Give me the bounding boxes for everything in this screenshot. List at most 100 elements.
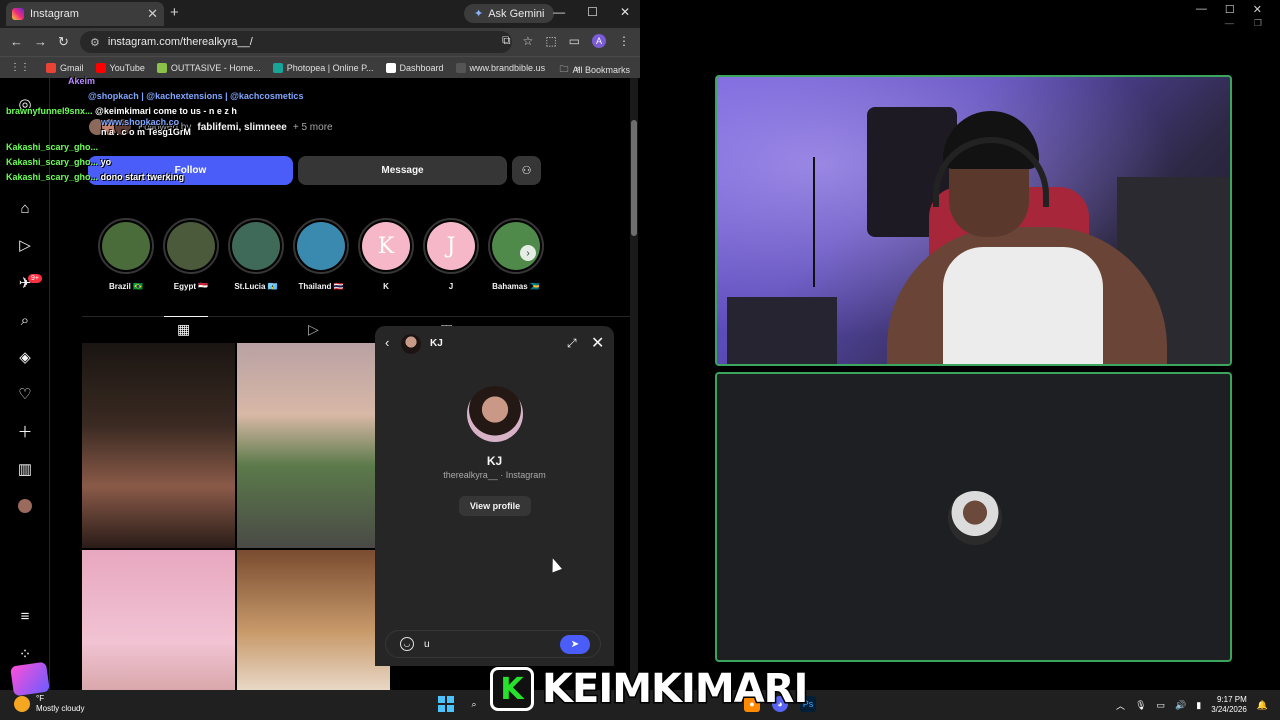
windows-start-icon[interactable] xyxy=(438,696,454,712)
window-controls: — ☐ ✕ xyxy=(553,5,630,19)
page-scrollbar[interactable] xyxy=(630,78,638,690)
weather-condition: Mostly cloudy xyxy=(36,704,85,713)
streamer-name-banner: K KEIMKIMARI xyxy=(490,664,810,714)
tab-title: Instagram xyxy=(30,8,79,20)
dm-profile-subtitle: therealkyra__ · Instagram xyxy=(443,470,546,480)
webcam-video-tile[interactable] xyxy=(715,75,1232,366)
cast-icon[interactable]: ▭ xyxy=(569,34,580,48)
minimize-icon[interactable]: — xyxy=(553,5,565,19)
restore-icon[interactable]: ❐ xyxy=(1254,18,1262,29)
chat-line: Akeim xyxy=(68,76,96,86)
dm-close-icon[interactable]: ✕ xyxy=(591,333,604,353)
install-app-icon[interactable]: ⧉ xyxy=(502,33,511,48)
menu-icon[interactable]: ⋮ xyxy=(618,34,630,48)
ask-gemini-label: Ask Gemini xyxy=(488,7,545,20)
bookmark-dashboard[interactable]: Dashboard xyxy=(385,62,444,73)
all-bookmarks[interactable]: 🗀 All Bookmarks xyxy=(559,62,630,78)
bookmark-outtasive[interactable]: OUTTASIVE - Home... xyxy=(156,62,261,73)
search-icon[interactable]: ⌕ xyxy=(16,312,34,330)
notifications-heart-icon[interactable]: ♡ xyxy=(16,386,34,404)
dm-popup: ‹ KJ ⤢ ✕ KJ therealkyra__ · Instagram Vi… xyxy=(375,326,614,666)
dashboard-chart-icon[interactable]: ▥ xyxy=(16,461,34,479)
explore-icon[interactable]: ◈ xyxy=(16,349,34,367)
new-tab-icon[interactable]: + xyxy=(170,4,179,21)
apps-grid-icon[interactable]: ⋮⋮ xyxy=(10,62,30,73)
close-tab-icon[interactable]: ✕ xyxy=(147,6,158,22)
bookmark-photopea[interactable]: Photopea | Online P... xyxy=(272,62,374,73)
extensions-icon[interactable]: ⬚ xyxy=(545,34,556,48)
display-icon[interactable]: ▭ xyxy=(1157,700,1166,711)
back-icon[interactable]: ← xyxy=(10,34,23,49)
highlight-brazil[interactable]: Brazil 🇧🇷 xyxy=(98,218,154,291)
home-icon[interactable]: ⌂ xyxy=(16,200,34,218)
outtasive-icon xyxy=(156,62,167,73)
suggested-users-button[interactable]: ⚇ xyxy=(512,156,541,185)
tray-overflow-icon[interactable]: ︿ xyxy=(1116,699,1125,712)
site-info-icon[interactable]: ⚙ xyxy=(90,36,100,49)
gemini-sparkle-icon: ✦ xyxy=(474,8,484,20)
voice-participant-tile[interactable] xyxy=(715,372,1232,662)
more-menu-icon[interactable]: ≡ xyxy=(16,608,34,626)
send-icon: ➤ xyxy=(570,639,580,650)
dm-header-name[interactable]: KJ xyxy=(430,338,443,349)
clock[interactable]: 9:17 PM 3/24/2026 xyxy=(1211,695,1247,715)
forward-icon[interactable]: → xyxy=(34,34,47,49)
post-thumbnail[interactable] xyxy=(237,343,390,548)
reels-tab-icon[interactable]: ▷ xyxy=(308,321,319,338)
reload-icon[interactable]: ↻ xyxy=(58,34,69,50)
post-thumbnail[interactable] xyxy=(237,550,390,690)
url-text: instagram.com/therealkyra__/ xyxy=(107,36,253,48)
also-from-meta-icon[interactable]: ⁘ xyxy=(16,646,34,664)
address-bar[interactable]: ⚙ instagram.com/therealkyra__/ xyxy=(80,31,512,53)
call-window-controls: — ☐ ✕ xyxy=(1196,3,1262,16)
stream-sticker-logo xyxy=(10,661,50,697)
bookmark-gmail[interactable]: Gmail xyxy=(46,62,84,73)
battery-icon[interactable]: ▮ xyxy=(1196,700,1201,711)
post-thumbnail[interactable] xyxy=(82,550,235,690)
active-tab-indicator xyxy=(164,316,208,317)
maximize-icon[interactable]: ☐ xyxy=(587,5,598,19)
minimize-icon[interactable]: — xyxy=(1225,18,1234,29)
reels-icon[interactable]: ▷ xyxy=(16,237,34,255)
highlight-j[interactable]: JJ xyxy=(423,218,479,291)
highlights-next-icon[interactable]: › xyxy=(520,245,536,261)
chat-line: @shopkach | @kachextensions | @kachcosme… xyxy=(88,91,304,101)
close-window-icon[interactable]: ✕ xyxy=(620,5,630,19)
dm-back-icon[interactable]: ‹ xyxy=(385,335,389,350)
minimize-icon[interactable]: — xyxy=(1196,3,1207,16)
create-icon[interactable]: ＋ xyxy=(16,424,34,442)
view-profile-button[interactable]: View profile xyxy=(459,496,531,516)
emoji-icon[interactable]: ◡ xyxy=(400,637,414,651)
youtube-icon xyxy=(95,62,106,73)
post-thumbnail[interactable] xyxy=(82,343,235,548)
posts-grid-icon[interactable]: ▦ xyxy=(177,321,190,338)
highlight-stlucia[interactable]: St.Lucia 🇱🇨 xyxy=(228,218,284,291)
dashboard-icon xyxy=(385,62,396,73)
volume-icon[interactable]: 🔊 xyxy=(1175,700,1186,711)
close-window-icon[interactable]: ✕ xyxy=(1253,3,1262,16)
bookmark-star-icon[interactable]: ☆ xyxy=(523,34,534,48)
highlight-thailand[interactable]: Thailand 🇹🇭 xyxy=(293,218,349,291)
ask-gemini-button[interactable]: ✦ Ask Gemini xyxy=(464,4,555,23)
profile-avatar[interactable] xyxy=(18,499,32,513)
notifications-icon[interactable]: 🔔 xyxy=(1257,700,1268,711)
weather-widget[interactable]: °F Mostly cloudy xyxy=(14,694,84,714)
send-button[interactable]: ➤ xyxy=(560,635,590,654)
search-icon[interactable]: ⌕ xyxy=(466,696,482,712)
microphone-icon[interactable]: 🎙 xyxy=(1135,700,1146,711)
maximize-icon[interactable]: ☐ xyxy=(1225,3,1235,16)
dm-header-avatar[interactable] xyxy=(401,334,421,354)
photopea-icon xyxy=(272,62,283,73)
highlight-egypt[interactable]: Egypt 🇪🇬 xyxy=(163,218,219,291)
tab-instagram[interactable]: Instagram ✕ xyxy=(6,2,164,26)
folder-icon: 🗀 xyxy=(559,64,569,74)
bookmark-brandbible[interactable]: www.brandbible.us xyxy=(455,62,545,73)
chat-line: Kakashi_scary_gho... yo xyxy=(6,157,112,167)
dm-message-input[interactable]: ◡ u ➤ xyxy=(385,630,601,658)
message-button[interactable]: Message xyxy=(298,156,507,185)
chat-line: n a . c o m Tesg1GrM xyxy=(101,127,191,137)
profile-avatar[interactable]: A xyxy=(592,33,606,48)
bookmark-youtube[interactable]: YouTube xyxy=(95,62,145,73)
expand-icon[interactable]: ⤢ xyxy=(567,336,577,351)
highlight-k[interactable]: KK xyxy=(358,218,414,291)
